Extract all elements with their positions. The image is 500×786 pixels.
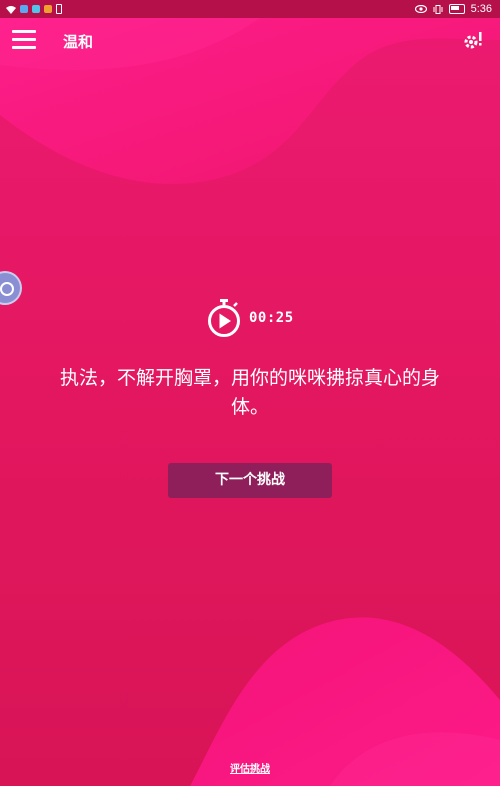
notification-icon: [32, 5, 40, 13]
notification-icon: [44, 5, 52, 13]
timer: 00:25: [207, 298, 294, 338]
rate-challenge-link[interactable]: 评估挑战: [0, 760, 500, 775]
app-screen: 5:36 温和 00:25 执法，不解开胸罩，用你的咪咪拂掠真心的身体。 下一个…: [0, 0, 500, 786]
app-title: 温和: [63, 33, 94, 51]
timer-value: 00:25: [249, 310, 294, 326]
status-time: 5:36: [470, 3, 492, 15]
status-left-icons: [6, 0, 62, 18]
notification-icon: [20, 5, 28, 13]
challenge-text: 执法，不解开胸罩，用你的咪咪拂掠真心的身体。: [60, 367, 441, 418]
battery-icon: [448, 4, 465, 14]
hamburger-menu-icon[interactable]: [12, 30, 36, 52]
vibrate-icon: [433, 4, 443, 14]
next-challenge-button[interactable]: 下一个挑战: [168, 463, 332, 498]
status-bar: 5:36: [0, 0, 500, 18]
app-bar: 温和: [0, 18, 500, 64]
eye-icon: [414, 5, 427, 13]
status-right-icons: 5:36: [414, 0, 492, 18]
gear-alert-icon[interactable]: [462, 30, 484, 52]
phone-icon: [56, 4, 62, 14]
wifi-icon: [6, 5, 16, 14]
stopwatch-play-icon[interactable]: [207, 298, 241, 338]
